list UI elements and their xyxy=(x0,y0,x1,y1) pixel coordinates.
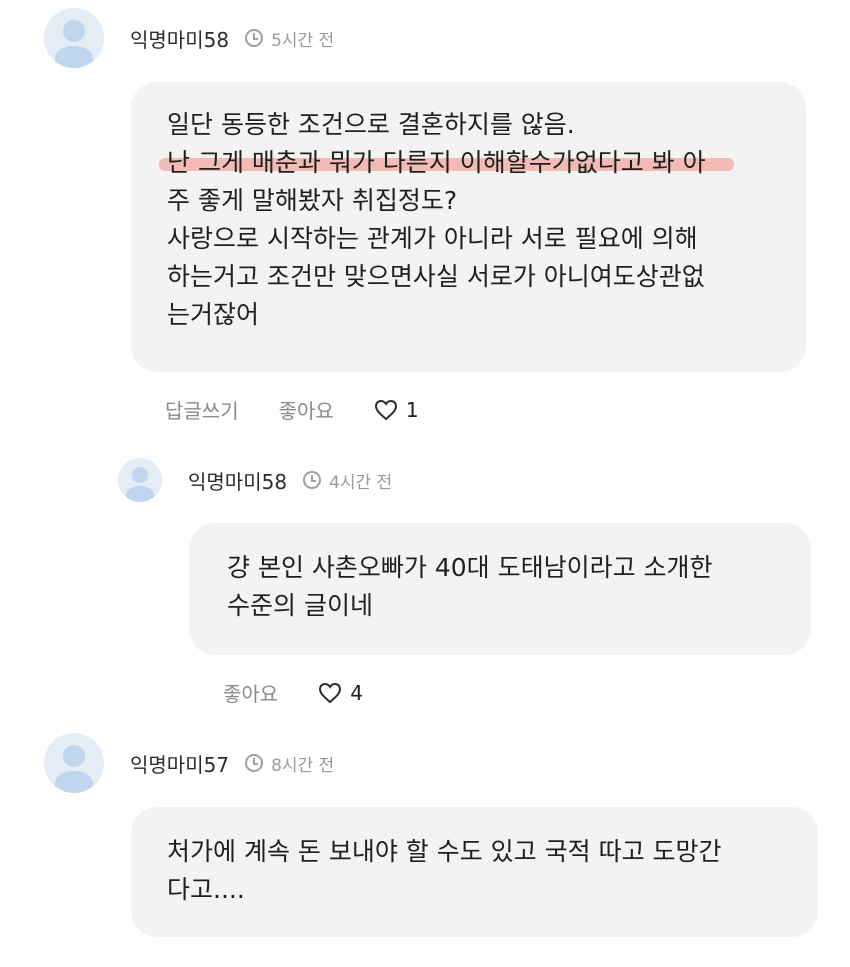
comment-line: 하는거고 조건만 맞으면사실 서로가 아니여도상관없 xyxy=(167,262,705,291)
heart-icon xyxy=(374,399,397,420)
heart-icon xyxy=(319,682,342,703)
clock-icon xyxy=(245,29,264,47)
timestamp-text: 5시간 전 xyxy=(271,30,335,51)
reply-button[interactable]: 답글쓰기 xyxy=(165,395,239,424)
clock-icon xyxy=(245,754,264,772)
avatar[interactable] xyxy=(44,733,104,793)
comment-line: 수준의 글이네 xyxy=(227,591,373,620)
comment-line: 처가에 계속 돈 보내야 할 수도 있고 국적 따고 도망간 xyxy=(167,837,722,866)
author-name[interactable]: 익명마미58 xyxy=(188,466,287,495)
comment-line: 사랑으로 시작하는 관계가 아니라 서로 필요에 의해 xyxy=(167,224,698,253)
timestamp: 8시간 전 xyxy=(245,751,334,776)
comment-line: 걍 본인 사촌오빠가 40대 도태남이라고 소개한 xyxy=(227,553,713,582)
comment-3: 익명마미57 8시간 전 xyxy=(44,733,334,793)
author-name[interactable]: 익명마미58 xyxy=(130,24,229,53)
like-button[interactable]: 좋아요 xyxy=(279,395,334,424)
like-counter[interactable]: 4 xyxy=(318,681,363,705)
comment-line: 일단 동등한 조건으로 결혼하지를 않음. xyxy=(167,110,575,139)
comment-bubble: 일단 동등한 조건으로 결혼하지를 않음. 난 그게 매춘과 뭐가 다른지 이해… xyxy=(131,82,806,372)
comment-bubble: 처가에 계속 돈 보내야 할 수도 있고 국적 따고 도망간 다고.... xyxy=(131,807,818,937)
comment-line: 난 그게 매춘과 뭐가 다른지 이해할수가없다고 봐 아 xyxy=(159,144,770,182)
comment-header: 익명마미57 8시간 전 xyxy=(44,733,334,793)
avatar[interactable] xyxy=(44,8,104,68)
clock-icon xyxy=(303,471,322,489)
avatar[interactable] xyxy=(118,458,162,502)
comment-actions: 답글쓰기 좋아요 1 xyxy=(165,395,419,424)
comment-header: 익명마미58 5시간 전 xyxy=(44,8,334,68)
timestamp-text: 4시간 전 xyxy=(329,472,393,493)
timestamp: 4시간 전 xyxy=(303,468,392,493)
comment-line: 주 좋게 말해봤자 취집정도? xyxy=(167,186,458,215)
comment-bubble: 걍 본인 사촌오빠가 40대 도태남이라고 소개한 수준의 글이네 xyxy=(189,523,811,655)
timestamp-text: 8시간 전 xyxy=(271,755,335,776)
like-counter[interactable]: 1 xyxy=(374,398,419,422)
timestamp: 5시간 전 xyxy=(245,26,334,51)
comment-1: 익명마미58 5시간 전 xyxy=(44,8,334,68)
comment-header: 익명마미58 4시간 전 xyxy=(118,450,392,510)
like-count: 1 xyxy=(405,397,419,422)
comment-thread: 익명마미58 5시간 전 일단 동등한 조건으로 결혼하지를 않음. 난 그게 … xyxy=(0,0,850,967)
comment-2: 익명마미58 4시간 전 xyxy=(118,450,392,510)
comment-line: 다고.... xyxy=(167,875,245,904)
author-name[interactable]: 익명마미57 xyxy=(130,749,229,778)
like-button[interactable]: 좋아요 xyxy=(223,678,278,707)
comment-actions: 좋아요 4 xyxy=(223,678,363,707)
like-count: 4 xyxy=(350,680,363,705)
comment-line: 는거잖어 xyxy=(167,300,260,329)
